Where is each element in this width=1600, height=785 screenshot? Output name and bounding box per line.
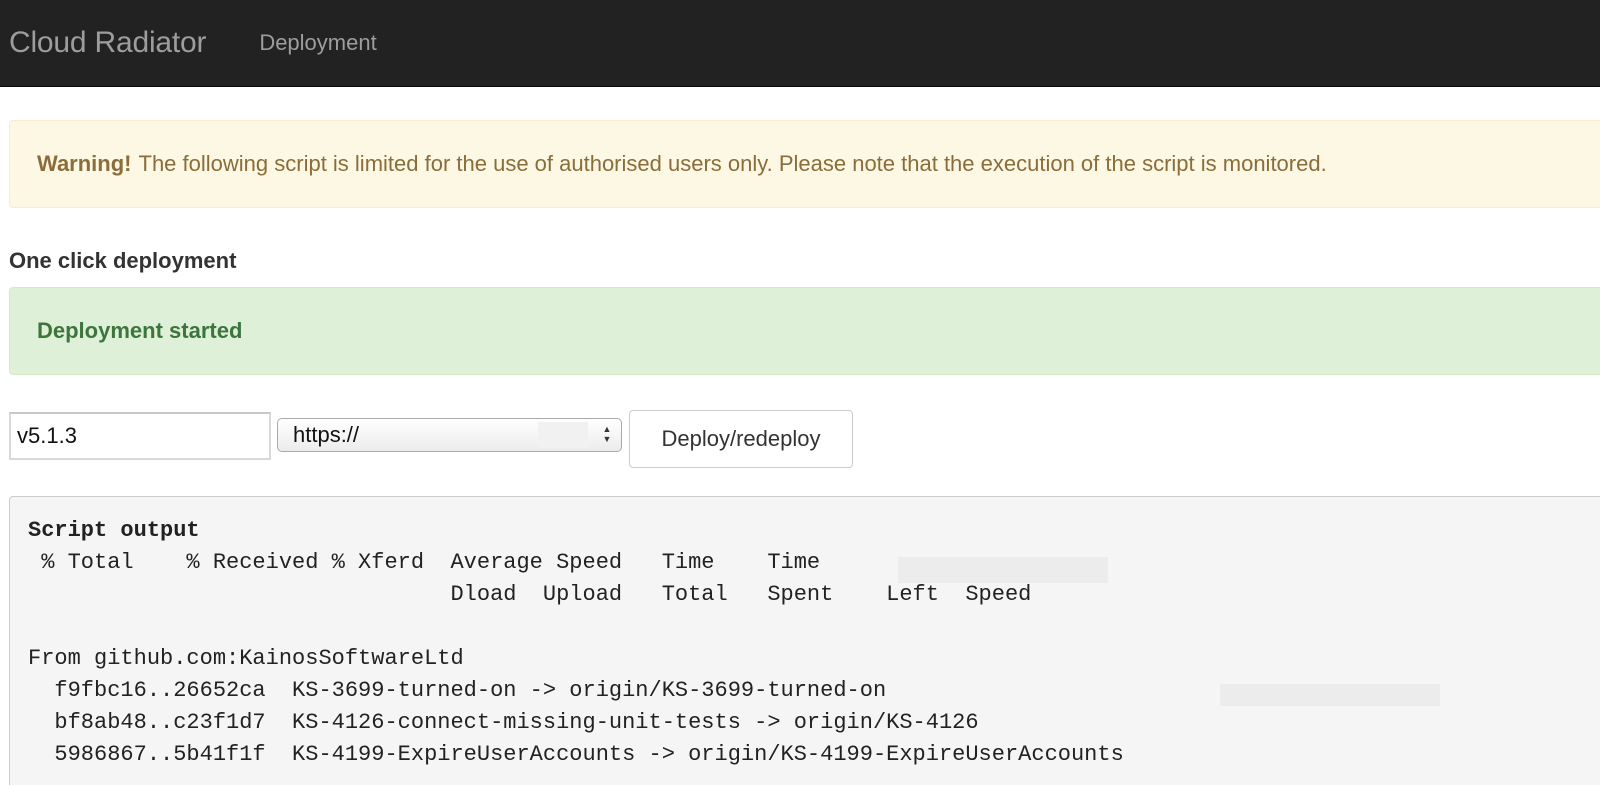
top-navbar: Cloud Radiator Deployment: [0, 0, 1600, 87]
success-alert: Deployment started: [9, 287, 1600, 375]
nav-link-deployment[interactable]: Deployment: [259, 30, 376, 56]
brand-title[interactable]: Cloud Radiator: [0, 26, 207, 60]
url-select[interactable]: https:// ▲ ▼: [277, 418, 622, 452]
main-container: Warning! The following script is limited…: [0, 120, 1600, 785]
script-output-panel: Script output % Total % Received % Xferd…: [9, 496, 1600, 785]
select-arrows-icon: ▲ ▼: [602, 424, 612, 444]
redacted-block: [1220, 684, 1440, 706]
output-title: Script output: [28, 518, 200, 543]
output-line: From github.com:KainosSoftwareLtd: [28, 646, 464, 671]
output-line: Dload Upload Total Spent Left Speed: [28, 582, 1032, 607]
url-redacted-area: [538, 422, 588, 448]
deploy-form: https:// ▲▼ Deploy/redeploy: [9, 410, 1600, 470]
url-select-value: https://: [293, 422, 360, 447]
redacted-block: [898, 557, 1108, 583]
warning-label: Warning!: [37, 151, 132, 176]
output-line: % Total % Received % Xferd Average Speed…: [28, 550, 821, 575]
output-line: 5986867..5b41f1f KS-4199-ExpireUserAccou…: [28, 742, 1124, 767]
warning-text: The following script is limited for the …: [138, 151, 1327, 176]
section-title: One click deployment: [9, 248, 237, 273]
output-line: bf8ab48..c23f1d7 KS-4126-connect-missing…: [28, 710, 979, 735]
warning-alert: Warning! The following script is limited…: [9, 120, 1600, 208]
deploy-button[interactable]: Deploy/redeploy: [629, 410, 853, 468]
version-input[interactable]: [9, 412, 271, 460]
success-message: Deployment started: [37, 318, 243, 343]
